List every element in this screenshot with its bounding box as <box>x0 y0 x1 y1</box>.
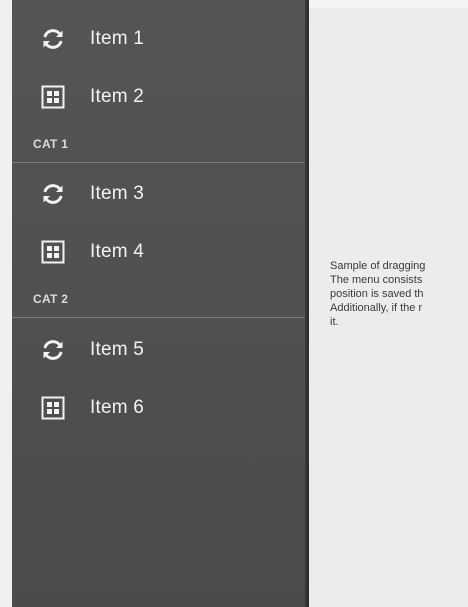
category-divider <box>12 317 305 318</box>
category-label: CAT 2 <box>33 292 69 306</box>
menu-item-label: Item 3 <box>90 183 144 204</box>
grid-icon <box>40 239 66 265</box>
top-strip <box>308 0 468 8</box>
content-line: it. <box>330 316 339 328</box>
drawer-drag-handle[interactable] <box>305 0 309 607</box>
category-header-2: CAT 2 <box>12 284 305 318</box>
content-line: position is saved th <box>330 288 424 300</box>
content-description: Sample of dragging The menu consists pos… <box>330 259 468 329</box>
refresh-icon <box>40 181 66 207</box>
content-panel: Sample of dragging The menu consists pos… <box>308 0 468 607</box>
menu-item-label: Item 6 <box>90 397 144 418</box>
menu-item-6[interactable]: Item 6 <box>12 379 305 437</box>
menu-item-4[interactable]: Item 4 <box>12 223 305 281</box>
grid-icon <box>40 395 66 421</box>
menu-item-label: Item 1 <box>90 28 144 49</box>
menu-item-label: Item 2 <box>90 86 144 107</box>
refresh-icon <box>40 26 66 52</box>
menu-item-1[interactable]: Item 1 <box>12 10 305 68</box>
menu-item-3[interactable]: Item 3 <box>12 165 305 223</box>
menu-item-5[interactable]: Item 5 <box>12 321 305 379</box>
menu-item-label: Item 4 <box>90 241 144 262</box>
left-gutter <box>0 0 12 607</box>
menu-item-label: Item 5 <box>90 339 144 360</box>
content-line: The menu consists <box>330 274 423 286</box>
refresh-icon <box>40 337 66 363</box>
content-line: Additionally, if the r <box>330 302 423 314</box>
menu-item-2[interactable]: Item 2 <box>12 68 305 126</box>
app-screen: Sample of dragging The menu consists pos… <box>0 0 468 607</box>
category-label: CAT 1 <box>33 137 69 151</box>
category-header-1: CAT 1 <box>12 129 305 163</box>
grid-icon <box>40 84 66 110</box>
category-divider <box>12 162 305 163</box>
content-line: Sample of dragging <box>330 260 426 272</box>
